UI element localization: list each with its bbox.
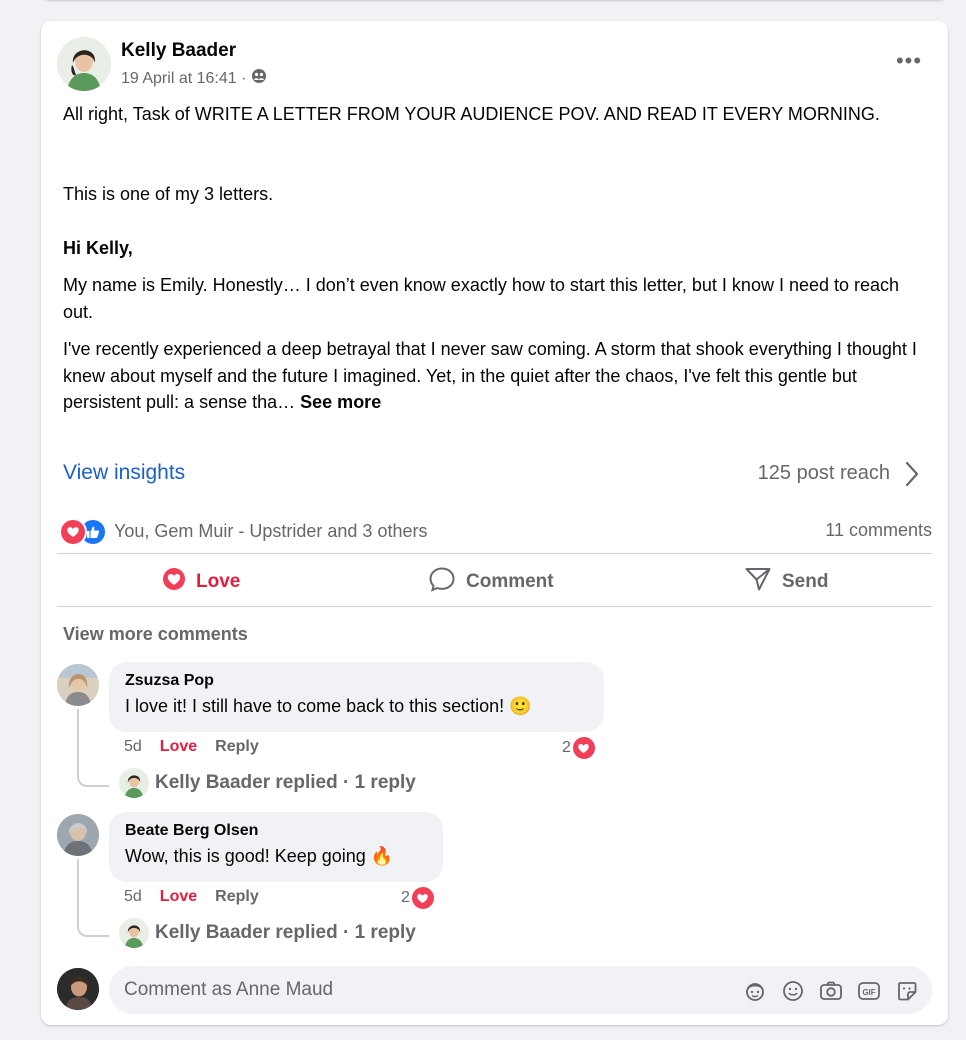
chevron-right-icon[interactable] [901, 459, 923, 489]
comments-count[interactable]: 11 comments [825, 520, 932, 541]
comment-composer[interactable]: Comment as Anne Maud GIF [109, 966, 932, 1014]
composer-placeholder: Comment as Anne Maud [124, 979, 334, 1000]
comment-reply-button[interactable]: Reply [215, 888, 259, 906]
post-timestamp[interactable]: 19 April at 16:41 · [121, 70, 246, 88]
reply-author-avatar [119, 768, 149, 798]
comment-text: Wow, this is good! Keep going 🔥 [125, 846, 394, 866]
post-meta: 19 April at 16:41 · [121, 68, 267, 89]
commenter-name[interactable]: Beate Berg Olsen [125, 822, 258, 840]
author-avatar[interactable] [57, 37, 111, 91]
avatar-sticker-icon[interactable] [742, 978, 768, 1004]
current-user-avatar[interactable] [57, 968, 99, 1010]
reaction-names: You, Gem Muir - Upstrider and 3 others [114, 520, 428, 541]
replied-text: Kelly Baader replied · 1 reply [155, 922, 416, 943]
send-icon [744, 566, 772, 598]
replied-text: Kelly Baader replied · 1 reply [155, 772, 416, 793]
commenter-avatar[interactable] [57, 664, 99, 706]
love-button-label: Love [196, 571, 241, 592]
comment-reaction-count: 2 [562, 739, 571, 756]
comment-love-button[interactable]: Love [160, 888, 197, 906]
post-paragraph: I've recently experienced a deep betraya… [63, 336, 923, 416]
comment-time[interactable]: 5d [124, 888, 142, 906]
composer-icons: GIF [742, 978, 920, 1004]
comment-button[interactable]: Comment [428, 565, 554, 599]
see-more-link[interactable]: See more [300, 392, 381, 412]
comment-reaction-count: 2 [401, 889, 410, 906]
camera-icon[interactable] [818, 978, 844, 1004]
commenter-avatar[interactable] [57, 814, 99, 856]
love-icon [162, 567, 186, 597]
post-card: Kelly Baader 19 April at 16:41 · ••• All… [41, 21, 948, 1025]
comment-reactions[interactable]: 2 [562, 735, 597, 761]
reactions-summary[interactable]: You, Gem Muir - Upstrider and 3 others [59, 518, 428, 546]
comment-time[interactable]: 5d [124, 738, 142, 756]
divider [57, 553, 932, 554]
comment-reactions[interactable]: 2 [401, 885, 436, 911]
comment-actions: 5d Love Reply [124, 738, 259, 756]
comment-bubble: Zsuzsa Pop I love it! I still have to co… [109, 662, 604, 732]
view-insights-link[interactable]: View insights [63, 461, 185, 485]
group-icon [251, 68, 267, 89]
post-paragraph-text: I've recently experienced a deep betraya… [63, 339, 917, 412]
emoji-icon[interactable] [780, 978, 806, 1004]
post-paragraph: This is one of my 3 letters. [63, 184, 274, 204]
love-button[interactable]: Love [162, 565, 240, 599]
comment-reply-button[interactable]: Reply [215, 738, 259, 756]
divider [57, 606, 932, 607]
love-reaction-icon [570, 735, 597, 761]
commenter-name[interactable]: Zsuzsa Pop [125, 672, 214, 690]
gif-icon[interactable]: GIF [856, 978, 882, 1004]
post-reach[interactable]: 125 post reach [758, 462, 890, 485]
view-replies-link[interactable]: Kelly Baader replied · 1 reply [119, 768, 416, 798]
reaction-icons [59, 518, 107, 546]
view-replies-link[interactable]: Kelly Baader replied · 1 reply [119, 918, 416, 948]
comment-icon [428, 566, 456, 598]
more-options-icon[interactable]: ••• [889, 47, 929, 75]
reply-author-avatar [119, 918, 149, 948]
love-reaction-icon [409, 885, 436, 911]
comment-bubble: Beate Berg Olsen Wow, this is good! Keep… [109, 812, 443, 882]
comment-text: I love it! I still have to come back to … [125, 696, 532, 716]
send-button[interactable]: Send [744, 565, 828, 599]
post-paragraph: My name is Emily. Honestly… I don’t even… [63, 275, 900, 322]
post-paragraph: All right, Task of WRITE A LETTER FROM Y… [63, 104, 880, 124]
view-more-comments-link[interactable]: View more comments [63, 624, 248, 645]
comment-button-label: Comment [466, 571, 554, 592]
thread-line [77, 859, 109, 937]
comment-actions: 5d Love Reply [124, 888, 259, 906]
post-paragraph-greeting: Hi Kelly, [63, 238, 133, 258]
sticker-icon[interactable] [894, 978, 920, 1004]
send-button-label: Send [782, 571, 829, 592]
author-name[interactable]: Kelly Baader [121, 40, 236, 62]
comment-love-button[interactable]: Love [160, 738, 197, 756]
love-reaction-icon [59, 518, 87, 546]
thread-line [77, 709, 109, 787]
svg-text:GIF: GIF [862, 988, 875, 997]
